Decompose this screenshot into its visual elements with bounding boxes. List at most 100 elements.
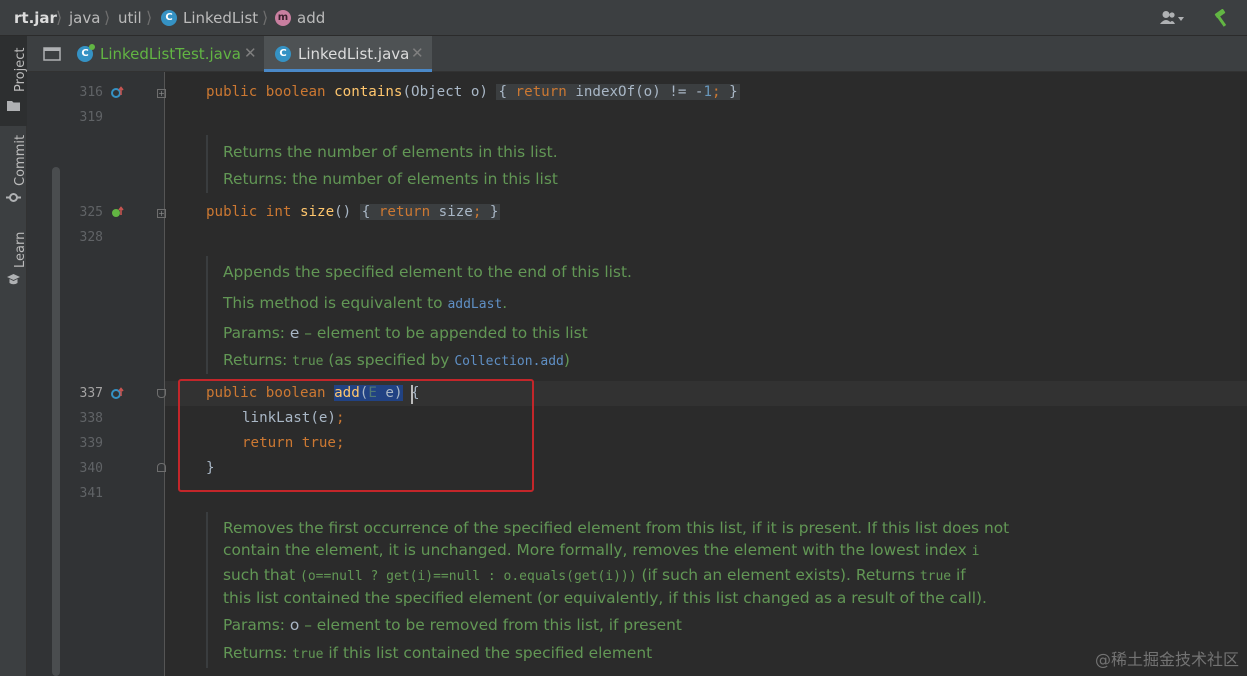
watermark: @稀土掘金技术社区 [1094, 650, 1239, 669]
method-icon: m [275, 10, 291, 26]
sidebar-label-learn: Learn [13, 231, 28, 268]
method-name: contains [334, 84, 403, 100]
fold-toggle[interactable]: + [157, 209, 166, 218]
keyword: public boolean [206, 84, 326, 100]
class-icon: C [275, 46, 291, 62]
editor-window-icon[interactable] [43, 46, 61, 66]
tool-window-sidebar: Project Commit Learn [0, 36, 28, 676]
doc-text: such that [223, 566, 301, 584]
line-number: 316 [79, 85, 103, 100]
keyword: return [515, 84, 567, 100]
editor-gutter [65, 72, 165, 676]
doc-line: Returns the number of elements in this l… [223, 143, 558, 161]
doc-comment-bar [206, 512, 208, 668]
folded-brace[interactable]: { return indexOf(o) != -1; } [496, 84, 740, 100]
breadcrumb-separator: ⟩ [262, 8, 269, 27]
open-brace: { [361, 204, 371, 220]
tab-linkedlist[interactable]: C LinkedList.java ✕ [264, 36, 432, 72]
fold-toggle[interactable] [157, 389, 166, 398]
breadcrumb-separator: ⟩ [146, 8, 153, 27]
doc-link-addlast[interactable]: addLast [447, 297, 502, 312]
doc-comment-bar [206, 135, 208, 193]
doc-text: Params: [223, 616, 290, 634]
doc-text: Returns: [223, 644, 293, 662]
breadcrumb-separator: ⟩ [104, 8, 111, 27]
doc-line: Returns: true if this list contained the… [223, 644, 652, 662]
folded-brace[interactable]: { return size; } [359, 204, 501, 220]
close-brace: } [729, 84, 738, 100]
doc-code: true [919, 569, 952, 584]
doc-code: true [292, 647, 324, 662]
code-line-size[interactable]: public int size() { return size; } [206, 204, 501, 220]
implements-method-icon[interactable] [111, 86, 125, 100]
close-icon[interactable]: ✕ [411, 36, 424, 70]
doc-code: (o==null ? get(i)==null : o.equals(get(i… [300, 569, 637, 584]
breadcrumb-jar[interactable]: rt.jar [14, 0, 57, 36]
doc-text: (if such an element exists). Returns [636, 566, 920, 584]
line-number: 340 [79, 461, 103, 476]
line-number: 328 [79, 230, 103, 245]
fold-toggle[interactable] [157, 463, 166, 472]
close-icon[interactable]: ✕ [244, 36, 257, 70]
number-literal: 1 [703, 84, 713, 100]
breadcrumb-package-java[interactable]: java [69, 0, 100, 36]
semicolon: ; [712, 84, 721, 100]
doc-line: Returns: true (as specified by Collectio… [223, 351, 570, 369]
implements-method-icon[interactable] [111, 387, 125, 401]
code-params: (Object o) [402, 84, 497, 100]
user-icon[interactable] [1159, 0, 1185, 36]
doc-line: Removes the first occurrence of the spec… [223, 519, 1010, 537]
tab-label: LinkedList.java [298, 45, 410, 63]
sidebar-item-project[interactable]: Project [0, 36, 28, 126]
line-number: 338 [79, 411, 103, 426]
doc-text: contain the element, it is unchanged. Mo… [223, 541, 972, 559]
scrollbar[interactable] [52, 167, 60, 676]
doc-line: such that (o==null ? get(i)==null : o.eq… [223, 566, 966, 584]
breadcrumb-package-util[interactable]: util [118, 0, 142, 36]
doc-param-name: o [289, 616, 300, 634]
close-brace: } [489, 204, 499, 220]
line-number: 341 [79, 486, 103, 501]
line-number: 337 [79, 386, 103, 401]
tab-linkedlisttest[interactable]: C LinkedListTest.java ✕ [69, 36, 262, 72]
sidebar-item-commit[interactable]: Commit [0, 132, 28, 212]
editor-tab-bar: C LinkedListTest.java ✕ C LinkedList.jav… [27, 36, 1247, 72]
class-icon: C [77, 44, 95, 62]
code-body: indexOf(o) != - [566, 84, 704, 100]
doc-line: This method is equivalent to addLast. [223, 294, 507, 312]
doc-text: ) [563, 351, 570, 369]
sidebar-item-learn[interactable]: Learn [0, 226, 28, 291]
folder-icon [7, 101, 20, 111]
doc-code: i [971, 544, 980, 559]
build-hammer-icon[interactable] [1213, 0, 1233, 36]
code-params: () [334, 204, 360, 220]
doc-text: . [502, 294, 508, 312]
breadcrumb-separator: ⟩ [56, 8, 63, 27]
doc-text: This method is equivalent to [223, 294, 448, 312]
doc-line: Params: e – element to be appended to th… [223, 324, 588, 342]
implements-method-icon[interactable] [111, 206, 125, 220]
doc-line: this list contained the specified elemen… [223, 589, 987, 607]
fold-toggle[interactable]: + [157, 89, 166, 98]
project-panel-strip [27, 72, 65, 676]
breadcrumb-class[interactable]: LinkedList [183, 0, 258, 36]
doc-comment-bar [206, 256, 208, 374]
doc-link-collection-add[interactable]: Collection.add [454, 354, 564, 369]
code-editor[interactable] [165, 72, 1247, 676]
code-line-contains[interactable]: public boolean contains(Object o) { retu… [206, 84, 740, 100]
doc-text: if [951, 566, 966, 584]
doc-text: – element to be appended to this list [299, 324, 588, 342]
doc-param-name: e [289, 324, 300, 342]
breadcrumb-method[interactable]: add [297, 0, 325, 36]
class-icon: C [161, 10, 177, 26]
navigation-bar: rt.jar ⟩ java ⟩ util ⟩ C LinkedList ⟩ m … [0, 0, 1247, 36]
annotation-highlight-box [178, 379, 534, 492]
semicolon: ; [472, 204, 482, 220]
line-number: 325 [79, 205, 103, 220]
sidebar-label-project: Project [13, 47, 28, 92]
doc-text: Returns: [223, 351, 293, 369]
doc-line: contain the element, it is unchanged. Mo… [223, 541, 979, 559]
tab-label: LinkedListTest.java [100, 45, 241, 63]
line-number: 319 [79, 110, 103, 125]
keyword: public int [206, 204, 292, 220]
